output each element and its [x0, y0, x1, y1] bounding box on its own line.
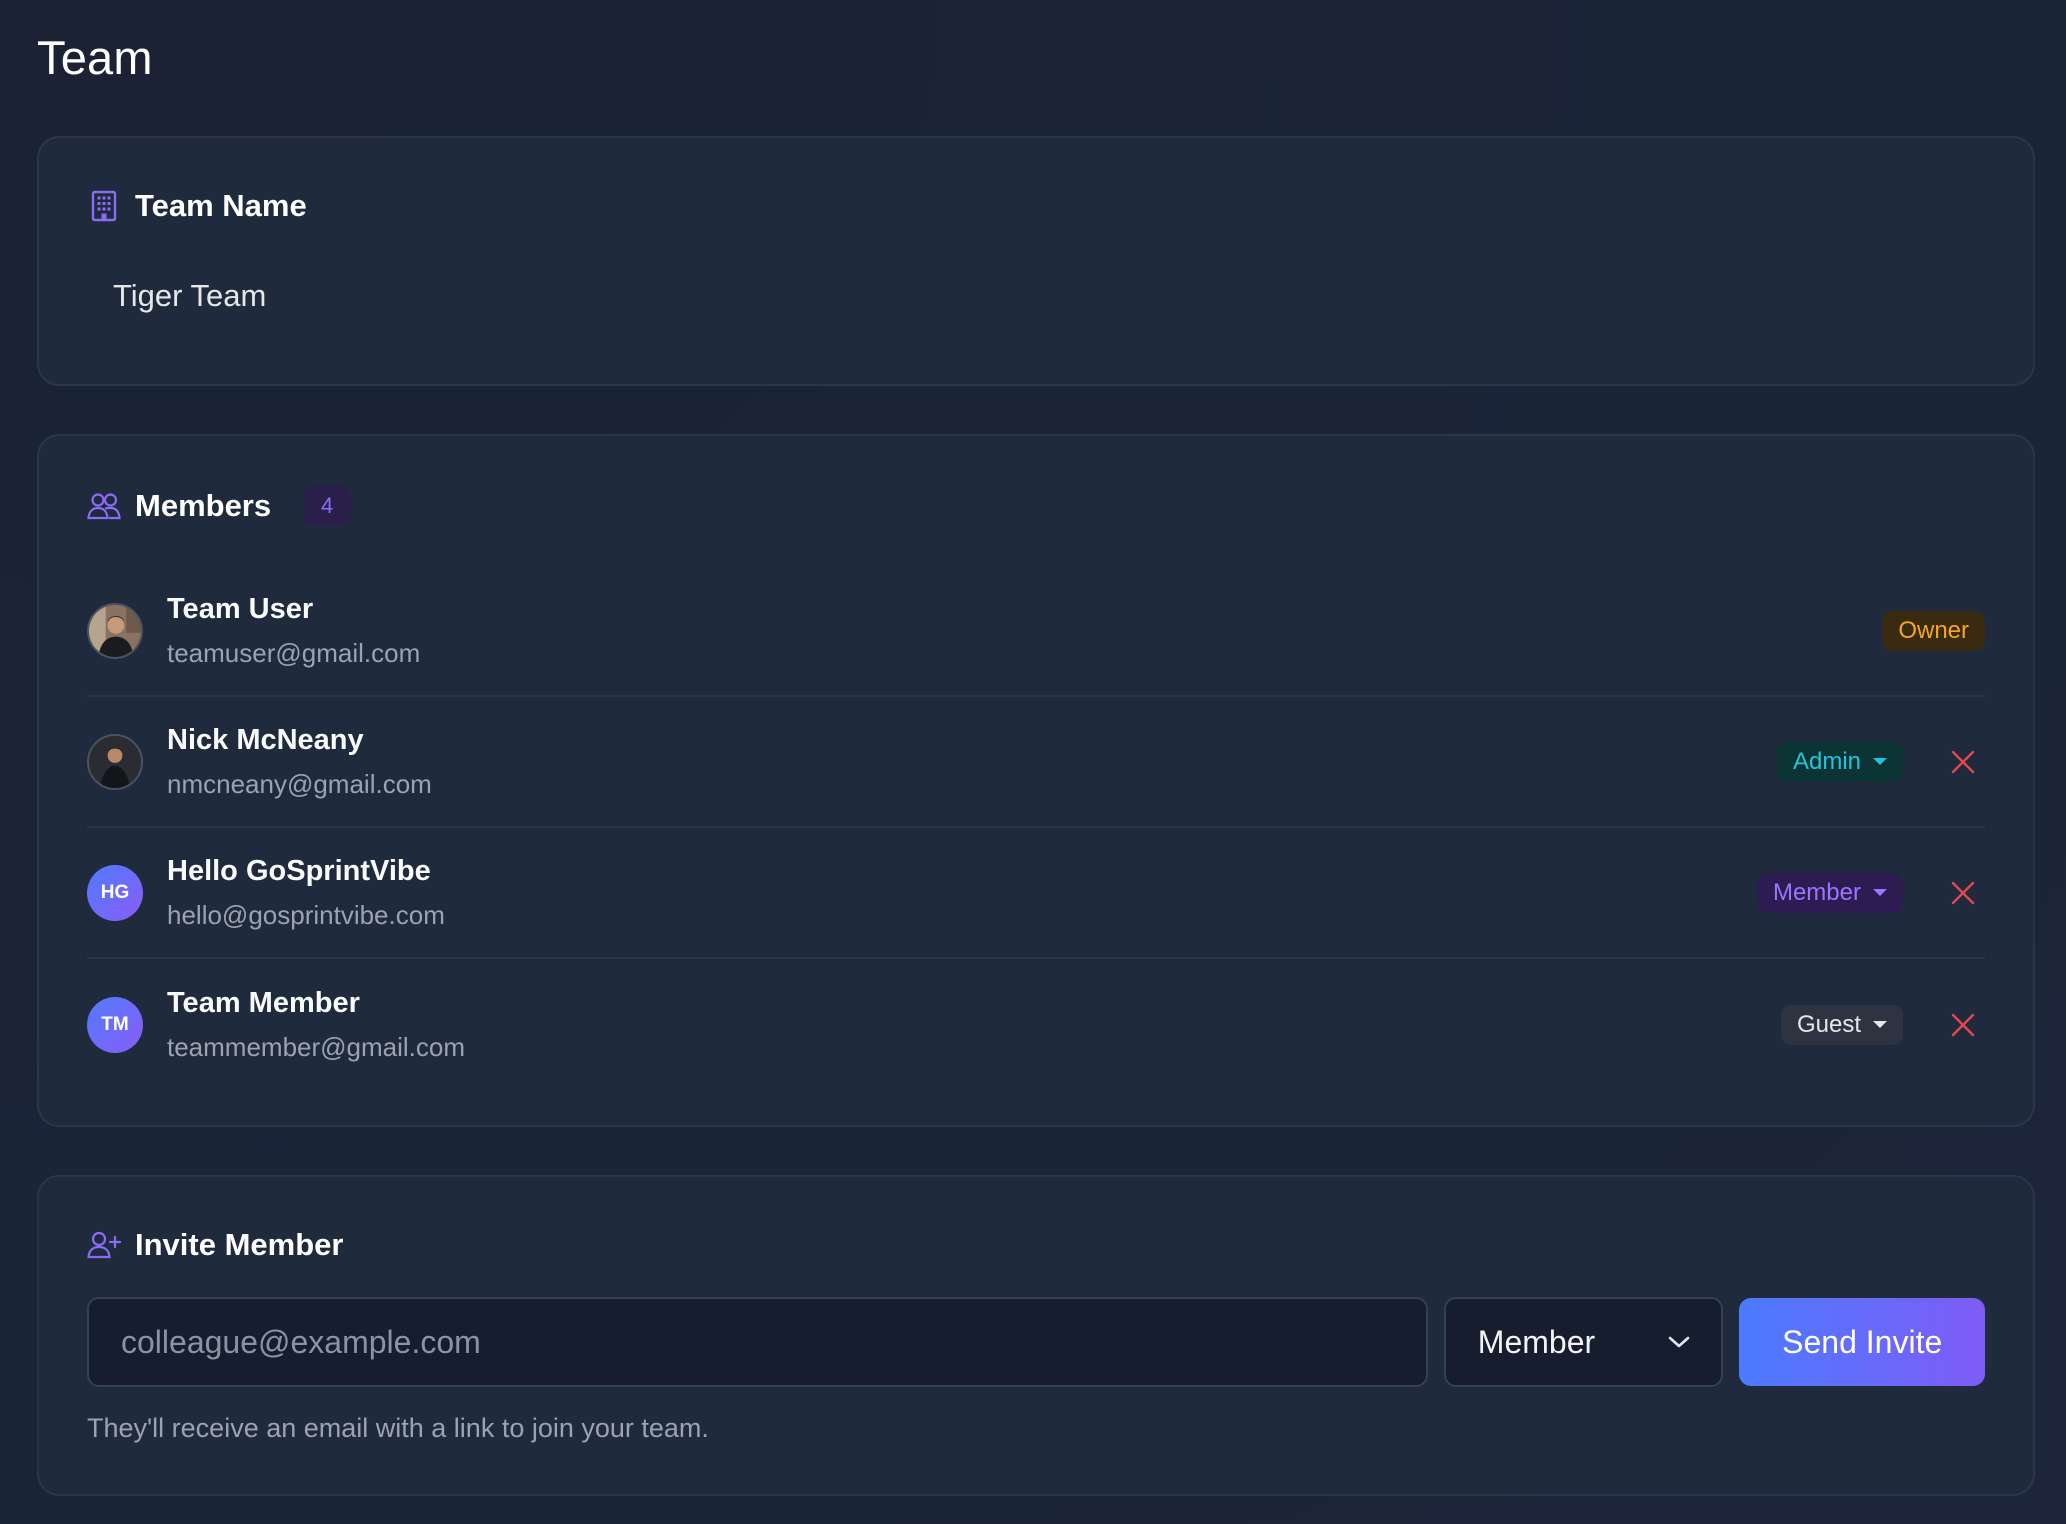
team-name-value[interactable]: Tiger Team: [113, 278, 266, 314]
close-icon: [1951, 750, 1975, 773]
role-dropdown-admin[interactable]: Admin: [1776, 741, 1903, 782]
close-icon: [1951, 1013, 1975, 1036]
page-title: Team: [37, 31, 153, 84]
caret-down-icon: [1873, 889, 1887, 896]
invite-role-selected: Member: [1477, 1323, 1596, 1360]
member-name: Team Member: [167, 986, 360, 1019]
members-card: Members 4 Team User teamuser@gmail.com O…: [37, 434, 2035, 1127]
invite-hint: They'll receive an email with a link to …: [87, 1413, 709, 1443]
members-heading: Members: [135, 488, 272, 523]
remove-member-button[interactable]: [1941, 871, 1985, 915]
member-actions: Owner: [1882, 566, 1985, 695]
member-actions: Guest: [1780, 959, 1985, 1090]
user-photo-icon: [89, 735, 141, 788]
member-info: Hello GoSprintVibe hello@gosprintvibe.co…: [167, 855, 445, 931]
send-invite-button[interactable]: Send Invite: [1739, 1298, 1985, 1386]
invite-form: Member Send Invite: [87, 1297, 1985, 1387]
user-photo-icon: [89, 604, 141, 657]
invite-heading: Invite Member: [135, 1227, 344, 1262]
team-page: Team Team Name Tiger Team Members 4 Team…: [0, 0, 2066, 1524]
users-icon: [87, 489, 121, 523]
team-name-card: Team Name Tiger Team: [37, 136, 2035, 386]
invite-email-input[interactable]: [87, 1297, 1428, 1387]
invite-card: Invite Member Member Send Invite They'll…: [37, 1175, 2035, 1496]
member-info: Team Member teammember@gmail.com: [167, 987, 465, 1063]
role-dropdown-label: Admin: [1792, 747, 1861, 775]
member-actions: Admin: [1776, 697, 1985, 826]
role-dropdown-member[interactable]: Member: [1756, 872, 1903, 913]
role-dropdown-label: Guest: [1796, 1010, 1861, 1038]
user-plus-icon: [87, 1228, 121, 1262]
member-name: Hello GoSprintVibe: [167, 854, 431, 887]
member-info: Team User teamuser@gmail.com: [167, 593, 420, 669]
caret-down-icon: [1873, 1021, 1887, 1028]
member-email: hello@gosprintvibe.com: [167, 899, 445, 930]
member-email: nmcneany@gmail.com: [167, 768, 432, 799]
chevron-down-icon: [1669, 1336, 1690, 1348]
avatar: HG: [87, 864, 143, 921]
remove-member-button[interactable]: [1941, 740, 1985, 784]
member-row: HG Hello GoSprintVibe hello@gosprintvibe…: [87, 828, 1985, 959]
avatar: [87, 602, 143, 659]
members-header: Members 4: [87, 486, 352, 526]
team-name-heading: Team Name: [135, 188, 307, 223]
member-email: teammember@gmail.com: [167, 1031, 466, 1062]
team-name-header: Team Name: [87, 188, 307, 224]
building-icon: [87, 189, 121, 223]
member-name: Team User: [167, 592, 314, 625]
member-row: Nick McNeany nmcneany@gmail.com Admin: [87, 697, 1985, 828]
role-dropdown-label: Member: [1772, 878, 1861, 906]
role-dropdown-guest[interactable]: Guest: [1780, 1004, 1903, 1045]
member-row: TM Team Member teammember@gmail.com Gues…: [87, 959, 1985, 1090]
invite-role-select[interactable]: Member: [1443, 1297, 1724, 1387]
remove-member-button[interactable]: [1941, 1003, 1985, 1047]
avatar: TM: [87, 996, 143, 1053]
role-badge-owner: Owner: [1882, 610, 1985, 651]
member-row: Team User teamuser@gmail.com Owner: [87, 566, 1985, 697]
avatar: [87, 733, 143, 790]
member-info: Nick McNeany nmcneany@gmail.com: [167, 724, 432, 800]
caret-down-icon: [1873, 758, 1887, 765]
close-icon: [1951, 881, 1975, 904]
member-list: Team User teamuser@gmail.com Owner Nick …: [87, 566, 1985, 1090]
members-count-badge: 4: [303, 486, 352, 526]
member-name: Nick McNeany: [167, 723, 364, 756]
member-email: teamuser@gmail.com: [167, 637, 421, 668]
invite-header: Invite Member: [87, 1227, 343, 1263]
member-actions: Member: [1756, 828, 1985, 957]
